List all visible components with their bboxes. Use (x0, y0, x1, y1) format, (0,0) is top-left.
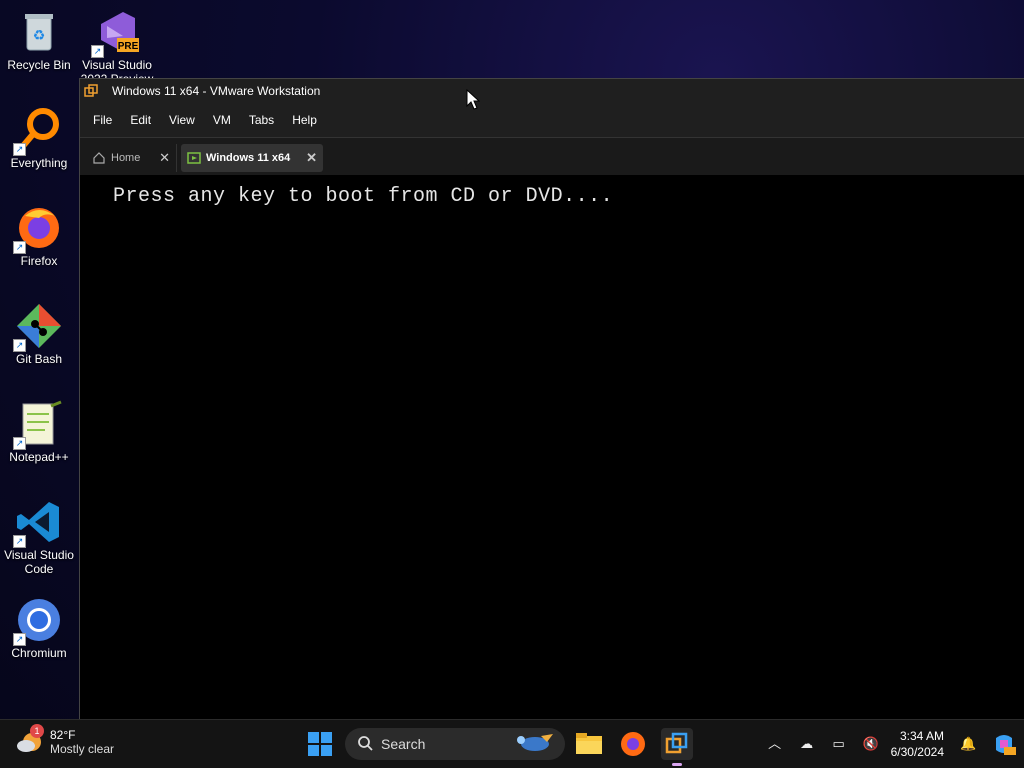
desktop-icon-vscode[interactable]: ↗ Visual Studio Code (0, 498, 78, 576)
desktop-icon-label: Git Bash (15, 352, 63, 366)
visual-studio-icon: PRE ↗ (91, 8, 141, 58)
taskbar: 1 82°F Mostly clear Search ︿ ☁ ▭ 🔇 3:34 … (0, 719, 1024, 768)
desktop-icon-firefox[interactable]: ↗ Firefox (0, 204, 78, 268)
window-titlebar[interactable]: Windows 11 x64 - VMware Workstation (80, 79, 1024, 103)
vmware-icon (665, 732, 688, 754)
firefox-icon (621, 732, 645, 756)
git-bash-icon: ↗ (13, 302, 63, 352)
onedrive-offline-icon[interactable]: ☁ (799, 736, 815, 752)
vmware-icon (84, 84, 98, 98)
tab-windows-11-x64[interactable]: Windows 11 x64 ✕ (181, 144, 323, 172)
moon-cloud-icon: 1 (16, 724, 44, 756)
close-icon[interactable]: ✕ (306, 150, 317, 166)
vm-console[interactable]: Press any key to boot from CD or DVD.... (80, 175, 1024, 721)
taskbar-firefox[interactable] (617, 728, 649, 760)
recycle-bin-icon: ♻ (15, 8, 63, 56)
search-highlight-icon (511, 732, 555, 757)
search-icon (357, 735, 373, 754)
desktop-icon-notepad-plus-plus[interactable]: ↗ Notepad++ (0, 400, 78, 464)
weather-widget[interactable]: 1 82°F Mostly clear (16, 724, 115, 756)
shortcut-arrow-icon: ↗ (13, 633, 26, 646)
menu-vm[interactable]: VM (206, 113, 238, 127)
notification-badge: 1 (30, 724, 44, 738)
copilot-icon[interactable] (992, 732, 1016, 756)
vmware-window[interactable]: Windows 11 x64 - VMware Workstation File… (79, 78, 1024, 721)
desktop-icon-label: Visual Studio Code (4, 548, 74, 576)
notepad-plus-plus-icon: ↗ (13, 400, 63, 450)
desktop-icon-label: Chromium (11, 646, 67, 660)
boot-prompt-text: Press any key to boot from CD or DVD.... (113, 185, 614, 208)
shortcut-arrow-icon: ↗ (13, 535, 26, 548)
desktop-icon-git-bash[interactable]: ↗ Git Bash (0, 302, 78, 366)
tab-label: Home (111, 152, 141, 164)
menu-help[interactable]: Help (285, 113, 324, 127)
desktop-icon-label: Visual Studio 2022 Preview (80, 58, 154, 80)
desktop-icon-label: Recycle Bin (7, 58, 71, 72)
tab-label: Windows 11 x64 (206, 152, 291, 164)
search-placeholder: Search (381, 736, 426, 752)
menu-bar: File Edit View VM Tabs Help (80, 103, 1024, 138)
notification-bell-icon[interactable]: 🔔 (960, 736, 976, 752)
desktop-icon-label: Notepad++ (9, 450, 69, 464)
everything-search-icon: ↗ (13, 106, 63, 156)
preview-badge: PRE (118, 41, 139, 52)
home-icon (92, 151, 106, 165)
menu-tabs[interactable]: Tabs (242, 113, 281, 127)
menu-edit[interactable]: Edit (123, 113, 158, 127)
chromium-icon: ↗ (13, 596, 63, 646)
shortcut-arrow-icon: ↗ (13, 241, 26, 254)
tab-bar: Home ✕ Windows 11 x64 ✕ (80, 138, 1024, 176)
menu-view[interactable]: View (162, 113, 202, 127)
shortcut-arrow-icon: ↗ (13, 437, 26, 450)
start-button[interactable] (308, 732, 332, 756)
windows-logo-icon (308, 732, 332, 756)
firefox-icon: ↗ (13, 204, 63, 254)
vm-running-icon (187, 151, 201, 165)
taskbar-vmware[interactable] (661, 728, 693, 766)
network-icon[interactable]: ▭ (831, 736, 847, 752)
clock-time: 3:34 AM (899, 729, 944, 743)
active-indicator (672, 763, 682, 766)
window-title: Windows 11 x64 - VMware Workstation (112, 84, 321, 98)
taskbar-search[interactable]: Search (345, 728, 565, 760)
mouse-cursor-icon (466, 88, 481, 116)
taskbar-file-explorer[interactable] (573, 728, 605, 760)
shortcut-arrow-icon: ↗ (13, 339, 26, 352)
desktop-icon-chromium[interactable]: ↗ Chromium (0, 596, 78, 660)
menu-file[interactable]: File (86, 113, 119, 127)
svg-text:♻: ♻ (33, 27, 46, 43)
folder-icon (576, 733, 602, 754)
clock-date: 6/30/2024 (890, 745, 944, 759)
shortcut-arrow-icon: ↗ (13, 143, 26, 156)
desktop-icon-visual-studio[interactable]: PRE ↗ Visual Studio 2022 Preview (78, 8, 156, 80)
weather-description: Mostly clear (50, 742, 115, 756)
shortcut-arrow-icon: ↗ (91, 45, 104, 58)
chevron-up-icon[interactable]: ︿ (767, 736, 783, 752)
desktop-icon-everything[interactable]: ↗ Everything (0, 106, 78, 170)
vscode-icon: ↗ (13, 498, 63, 548)
tab-home[interactable]: Home ✕ (86, 144, 177, 172)
volume-muted-icon[interactable]: 🔇 (863, 736, 879, 752)
system-tray: ︿ ☁ ▭ 🔇 3:34 AM 6/30/2024 🔔 (759, 720, 1024, 768)
weather-temperature: 82°F (50, 728, 76, 742)
desktop-icon-label: Everything (10, 156, 68, 170)
close-icon[interactable]: ✕ (159, 150, 170, 166)
desktop-icon-label: Firefox (20, 254, 58, 268)
clock[interactable]: 3:34 AM 6/30/2024 (891, 728, 944, 760)
desktop-icon-recycle-bin[interactable]: ♻ Recycle Bin (0, 8, 78, 72)
